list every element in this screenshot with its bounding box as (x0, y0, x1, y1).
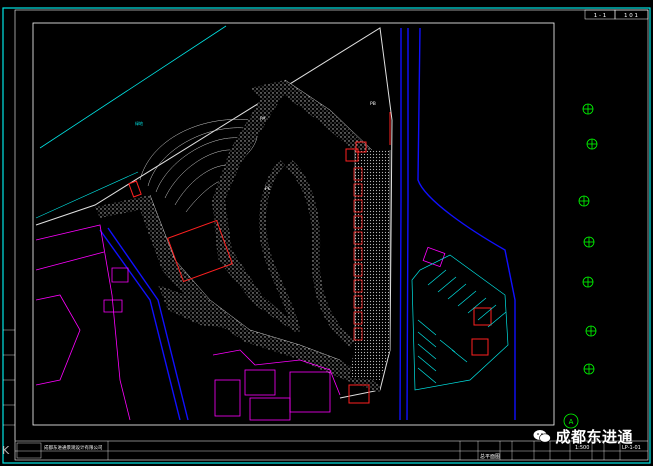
corner-text: K (2, 444, 10, 457)
parking-lines (411, 254, 509, 391)
watermark-text: 成都东进通 (555, 427, 633, 446)
design-unit-name: 成都东进通景观设计有限公司 (44, 444, 103, 451)
gravel-paths (95, 80, 390, 393)
zone-label-c: PC (265, 186, 271, 192)
sheet-index-right: 1 0 1 (624, 13, 638, 19)
left-margin-strip (3, 300, 16, 440)
plant-legend (578, 103, 598, 375)
lawn-label: 绿地 (135, 120, 143, 126)
zone-label-a: PA (260, 116, 266, 122)
property-line (39, 25, 227, 149)
site-plan[interactable]: 绿地 PA PB PC (35, 25, 516, 421)
sheet-frame (2, 7, 651, 464)
watermark: 成都东进通 (533, 426, 633, 446)
zone-label-b: PB (370, 101, 376, 107)
sheet-index-tabs: 1 - 1 1 0 1 (584, 9, 649, 20)
wechat-icon (533, 430, 552, 443)
sheet-index-left: 1 - 1 (594, 13, 606, 19)
drawing-name: 总平面图 (480, 453, 500, 460)
cad-drawing-canvas[interactable]: 1 - 1 1 0 1 成都东进通景观设计有限公司 总平面图 1:500 LP-… (0, 0, 653, 466)
